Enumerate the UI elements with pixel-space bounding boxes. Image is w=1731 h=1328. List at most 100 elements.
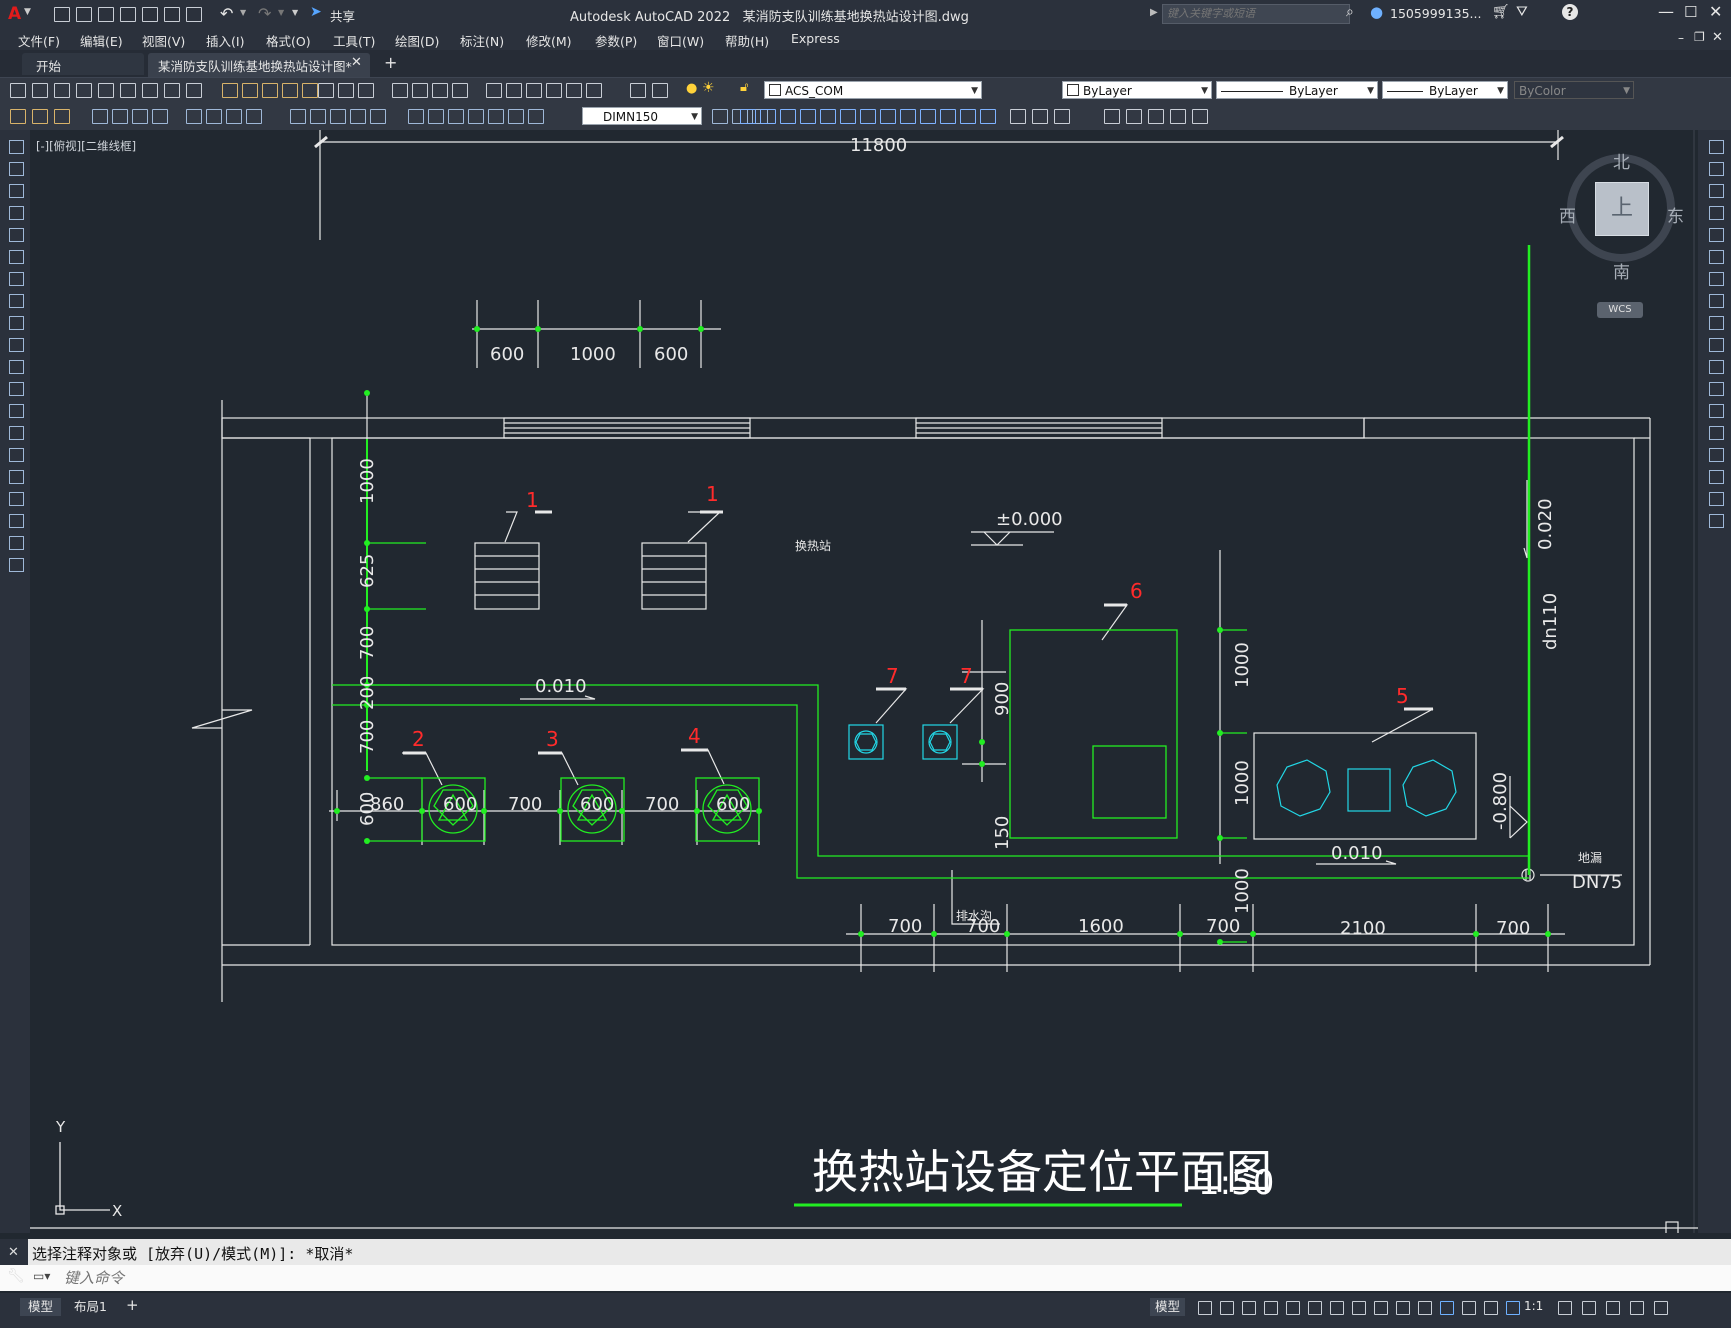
draw-tool-10-icon[interactable] bbox=[9, 338, 24, 352]
tab-drawing[interactable]: 某消防支队训练基地换热站设计图* ✕ bbox=[148, 53, 370, 77]
status-toggle-19-icon[interactable] bbox=[1630, 1301, 1644, 1315]
group-tool-3-icon[interactable] bbox=[1148, 109, 1164, 124]
maximize-icon[interactable]: ☐ bbox=[1684, 3, 1697, 21]
dim-misc-tool-1-icon[interactable] bbox=[408, 109, 424, 124]
status-toggle-16-icon[interactable] bbox=[1558, 1301, 1572, 1315]
dim-update-tool-1-icon[interactable] bbox=[712, 109, 728, 124]
add-layout-icon[interactable]: + bbox=[126, 1296, 139, 1314]
tab-start[interactable]: 开始 bbox=[22, 53, 144, 75]
layer-tool-1-icon[interactable] bbox=[630, 83, 646, 98]
status-toggle-20-icon[interactable] bbox=[1654, 1301, 1668, 1315]
edit-tool-2-icon[interactable] bbox=[242, 83, 258, 98]
draw-tool-3-icon[interactable] bbox=[9, 184, 24, 198]
standard-tool-1-icon[interactable] bbox=[10, 83, 26, 98]
drawing-canvas[interactable]: [-][俯视][二维线框] 11800 600 1000 600 860 600… bbox=[30, 130, 1698, 1233]
modify-tool-11-icon[interactable] bbox=[940, 109, 956, 124]
status-toggle-17-icon[interactable] bbox=[1582, 1301, 1596, 1315]
pan-zoom-tool-2-icon[interactable] bbox=[412, 83, 428, 98]
model-space-button[interactable]: 模型 bbox=[1150, 1298, 1186, 1316]
viewcube-north[interactable]: 北 bbox=[1613, 148, 1630, 173]
menu-help[interactable]: 帮助(H) bbox=[725, 31, 769, 50]
dim-edit-tool-1-icon[interactable] bbox=[10, 109, 26, 124]
viewcube-east[interactable]: 东 bbox=[1667, 202, 1684, 227]
open-icon[interactable] bbox=[76, 7, 92, 22]
dim-linear-tool-2-icon[interactable] bbox=[112, 109, 128, 124]
draw-tool-15-icon[interactable] bbox=[9, 448, 24, 462]
standard-tool-2-icon[interactable] bbox=[32, 83, 48, 98]
undo-tool-1-icon[interactable] bbox=[318, 83, 334, 98]
layer-bulb-icon[interactable]: ● bbox=[686, 81, 697, 96]
modify-tool-13-icon[interactable] bbox=[980, 109, 996, 124]
command-prompt-icon[interactable]: ▭▾ bbox=[33, 1269, 50, 1283]
command-input[interactable] bbox=[62, 1267, 1706, 1289]
dim-angular-tool-2-icon[interactable] bbox=[206, 109, 222, 124]
modify-tool-v-10-icon[interactable] bbox=[1709, 338, 1724, 352]
doc-minimize-icon[interactable]: – bbox=[1678, 31, 1684, 45]
search-icon[interactable]: ⌕ bbox=[1346, 4, 1354, 20]
help-icon[interactable]: ? bbox=[1562, 4, 1578, 20]
arrange-tool-3-icon[interactable] bbox=[1054, 109, 1070, 124]
group-tool-4-icon[interactable] bbox=[1170, 109, 1186, 124]
dimstyle-dropdown[interactable]: DIMN150 ▼ bbox=[582, 107, 702, 125]
menu-view[interactable]: 视图(V) bbox=[142, 31, 185, 50]
doc-close-icon[interactable]: ✕ bbox=[1712, 30, 1723, 45]
dim-angular-tool-1-icon[interactable] bbox=[186, 109, 202, 124]
edit-tool-3-icon[interactable] bbox=[262, 83, 278, 98]
draw-tool-5-icon[interactable] bbox=[9, 228, 24, 242]
layer-lock-icon[interactable]: 🔓︎ bbox=[740, 80, 748, 95]
dim-misc-tool-4-icon[interactable] bbox=[468, 109, 484, 124]
autocad-logo-icon[interactable]: A bbox=[8, 4, 21, 24]
doc-restore-icon[interactable]: ❐ bbox=[1694, 30, 1705, 44]
dim-edit-tool-3-icon[interactable] bbox=[54, 109, 70, 124]
layer-tool-2-icon[interactable] bbox=[652, 83, 668, 98]
status-toggle-5-icon[interactable] bbox=[1286, 1301, 1300, 1315]
menu-window[interactable]: 窗口(W) bbox=[657, 31, 704, 50]
properties-tool-3-icon[interactable] bbox=[526, 83, 542, 98]
modify-tool-10-icon[interactable] bbox=[920, 109, 936, 124]
modify-tool-v-5-icon[interactable] bbox=[1709, 228, 1724, 242]
redo-icon[interactable]: ↷ bbox=[258, 4, 271, 23]
status-toggle-13-icon[interactable] bbox=[1462, 1301, 1476, 1315]
draw-tool-16-icon[interactable] bbox=[9, 470, 24, 484]
arrange-tool-2-icon[interactable] bbox=[1032, 109, 1048, 124]
lineweight-dropdown[interactable]: ByLayer ▼ bbox=[1382, 81, 1508, 99]
status-toggle-3-icon[interactable] bbox=[1242, 1301, 1256, 1315]
dim-linear-tool-4-icon[interactable] bbox=[152, 109, 168, 124]
menu-format[interactable]: 格式(O) bbox=[266, 31, 311, 50]
status-toggle-10-icon[interactable] bbox=[1396, 1301, 1410, 1315]
dim-linear-tool-3-icon[interactable] bbox=[132, 109, 148, 124]
dim-linear-tool-1-icon[interactable] bbox=[92, 109, 108, 124]
user-name[interactable]: 1505999135... bbox=[1390, 6, 1481, 21]
command-close-icon[interactable]: ✕ bbox=[8, 1245, 19, 1260]
status-toggle-2-icon[interactable] bbox=[1220, 1301, 1234, 1315]
modify-tool-v-1-icon[interactable] bbox=[1709, 140, 1724, 154]
quick-access-menu-icon[interactable]: ▼ bbox=[292, 8, 298, 17]
modify-tool-5-icon[interactable] bbox=[820, 109, 836, 124]
standard-tool-7-icon[interactable] bbox=[142, 83, 158, 98]
pan-zoom-tool-1-icon[interactable] bbox=[392, 83, 408, 98]
dim-baseline-tool-2-icon[interactable] bbox=[310, 109, 326, 124]
draw-tool-2-icon[interactable] bbox=[9, 162, 24, 176]
cart-icon[interactable]: 🛒︎ bbox=[1492, 4, 1510, 20]
modify-tool-v-18-icon[interactable] bbox=[1709, 514, 1724, 528]
modify-tool-7-icon[interactable] bbox=[860, 109, 876, 124]
status-toggle-18-icon[interactable] bbox=[1606, 1301, 1620, 1315]
search-input[interactable] bbox=[1162, 4, 1350, 24]
undo-tool-2-icon[interactable] bbox=[338, 83, 354, 98]
dim-angular-tool-3-icon[interactable] bbox=[226, 109, 242, 124]
modify-tool-8-icon[interactable] bbox=[880, 109, 896, 124]
wcs-button[interactable]: WCS bbox=[1597, 302, 1643, 318]
standard-tool-3-icon[interactable] bbox=[54, 83, 70, 98]
draw-tool-20-icon[interactable] bbox=[9, 558, 24, 572]
modify-tool-v-6-icon[interactable] bbox=[1709, 250, 1724, 264]
edit-tool-5-icon[interactable] bbox=[302, 83, 318, 98]
menu-dimension[interactable]: 标注(N) bbox=[460, 31, 504, 50]
draw-tool-12-icon[interactable] bbox=[9, 382, 24, 396]
redo-dropdown-icon[interactable]: ▼ bbox=[278, 8, 284, 17]
menu-modify[interactable]: 修改(M) bbox=[526, 31, 572, 50]
modify-tool-v-12-icon[interactable] bbox=[1709, 382, 1724, 396]
menu-tools[interactable]: 工具(T) bbox=[333, 31, 375, 50]
standard-tool-9-icon[interactable] bbox=[186, 83, 202, 98]
app-menu-chevron-icon[interactable]: ▼ bbox=[24, 7, 31, 17]
properties-tool-6-icon[interactable] bbox=[586, 83, 602, 98]
